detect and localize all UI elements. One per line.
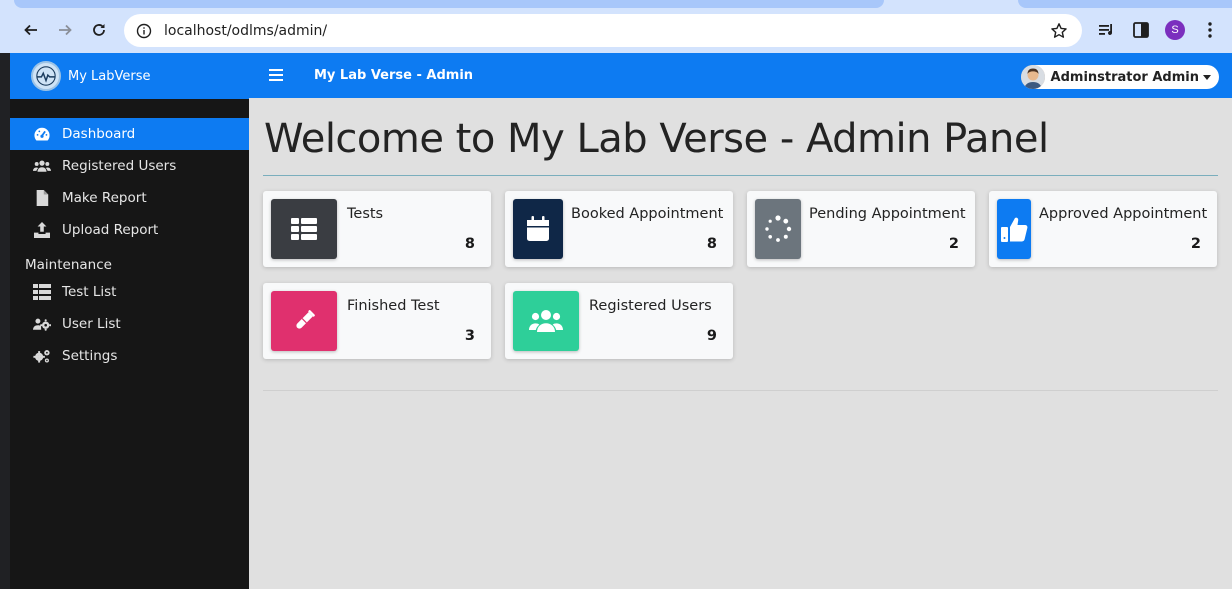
card-value: 2: [1190, 236, 1201, 252]
side-panel-icon[interactable]: [1131, 20, 1151, 40]
heartbeat-logo-icon: [31, 61, 61, 91]
app-title: My Lab Verse - Admin: [314, 68, 474, 83]
brand-name: My LabVerse: [68, 68, 151, 84]
sidebar-item-label: Settings: [62, 348, 118, 364]
card-label: Approved Appointment: [1039, 206, 1208, 222]
avatar: [1020, 65, 1045, 89]
address-bar[interactable]: localhost/odlms/admin/: [124, 14, 1082, 47]
users-cog-icon: [32, 315, 52, 333]
stat-card-approved-appointment[interactable]: Approved Appointment 2: [989, 191, 1217, 267]
card-label: Finished Test: [347, 298, 440, 314]
back-button[interactable]: [19, 18, 43, 42]
main-content: Welcome to My Lab Verse - Admin Panel Te…: [249, 98, 1232, 589]
card-value: 9: [706, 328, 717, 344]
card-value: 8: [464, 236, 475, 252]
gauge-icon: [32, 125, 52, 143]
sidebar-item-label: Make Report: [62, 190, 147, 206]
sidebar-item-test-list[interactable]: Test List: [10, 276, 249, 308]
profile-avatar[interactable]: S: [1165, 20, 1185, 40]
file-icon: [32, 189, 52, 207]
page-title: Welcome to My Lab Verse - Admin Panel: [264, 116, 1049, 162]
card-value: 2: [948, 236, 959, 252]
reload-button[interactable]: [87, 18, 111, 42]
calendar-icon: [513, 199, 563, 259]
reload-icon: [93, 24, 105, 36]
bookmark-star-icon[interactable]: [1050, 22, 1068, 40]
caret-down-icon: [1203, 74, 1211, 80]
title-divider: [263, 175, 1218, 176]
sidebar-item-user-list[interactable]: User List: [10, 308, 249, 340]
sidebar-nav: Dashboard Registered Users Make Report U…: [10, 118, 249, 372]
top-navbar: My Lab Verse - Admin Adminstrator Admin: [249, 53, 1232, 98]
card-value: 3: [464, 328, 475, 344]
sidebar-item-dashboard[interactable]: Dashboard: [10, 118, 249, 150]
table-list-icon: [32, 283, 52, 301]
stat-card-booked-appointment[interactable]: Booked Appointment 8: [505, 191, 733, 267]
forward-button[interactable]: [53, 18, 77, 42]
sidebar: My LabVerse Dashboard Registered Users M…: [10, 53, 249, 589]
upload-icon: [32, 221, 52, 239]
card-label: Registered Users: [589, 298, 712, 314]
sidebar-item-upload-report[interactable]: Upload Report: [10, 214, 249, 246]
users-icon: [32, 157, 52, 175]
hamburger-menu-icon[interactable]: [269, 68, 283, 82]
url-text: localhost/odlms/admin/: [164, 22, 328, 39]
app-window: My LabVerse Dashboard Registered Users M…: [10, 53, 1232, 589]
brand[interactable]: My LabVerse: [10, 53, 249, 99]
kebab-menu-icon[interactable]: [1200, 20, 1220, 40]
back-arrow-icon: [24, 24, 37, 36]
stat-card-registered-users[interactable]: Registered Users 9: [505, 283, 733, 359]
sidebar-item-label: Upload Report: [62, 222, 159, 238]
stat-card-pending-appointment[interactable]: Pending Appointment 2: [747, 191, 975, 267]
browser-tab-strip-right: [1018, 0, 1232, 8]
stat-card-finished-test[interactable]: Finished Test 3: [263, 283, 491, 359]
gears-icon: [32, 347, 52, 365]
card-value: 8: [706, 236, 717, 252]
stat-card-tests[interactable]: Tests 8: [263, 191, 491, 267]
sidebar-item-make-report[interactable]: Make Report: [10, 182, 249, 214]
card-label: Tests: [347, 206, 384, 222]
card-label: Booked Appointment: [571, 206, 724, 222]
site-info-icon[interactable]: [136, 23, 152, 39]
maintenance-section-header: Maintenance: [25, 257, 112, 273]
card-label: Pending Appointment: [809, 206, 966, 222]
sidebar-item-label: Registered Users: [62, 158, 177, 174]
forward-arrow-icon: [59, 24, 72, 36]
table-icon: [271, 199, 337, 259]
spinner-icon: [755, 199, 801, 259]
sidebar-item-label: User List: [62, 316, 121, 332]
browser-toolbar: localhost/odlms/admin/ S: [0, 8, 1232, 53]
user-name: Adminstrator Admin: [1050, 69, 1199, 85]
sidebar-item-registered-users[interactable]: Registered Users: [10, 150, 249, 182]
sidebar-item-label: Test List: [62, 284, 117, 300]
media-queue-icon[interactable]: [1097, 20, 1117, 40]
browser-tab[interactable]: [14, 0, 884, 8]
user-menu-dropdown[interactable]: Adminstrator Admin: [1020, 65, 1219, 89]
sidebar-item-label: Dashboard: [62, 126, 136, 142]
content-divider: [263, 390, 1218, 391]
test-tube-icon: [271, 291, 337, 351]
sidebar-item-settings[interactable]: Settings: [10, 340, 249, 372]
thumbs-up-icon: [997, 199, 1031, 259]
users-icon: [513, 291, 579, 351]
